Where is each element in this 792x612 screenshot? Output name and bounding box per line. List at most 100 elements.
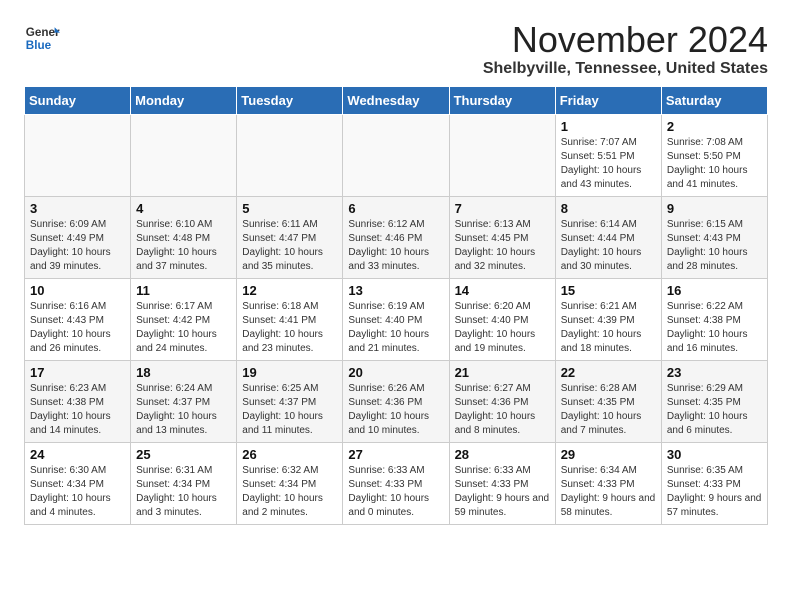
table-row: 1Sunrise: 7:07 AM Sunset: 5:51 PM Daylig… [555, 114, 661, 196]
day-info: Sunrise: 6:10 AM Sunset: 4:48 PM Dayligh… [136, 218, 231, 274]
day-number: 12 [242, 283, 337, 298]
day-info: Sunrise: 6:27 AM Sunset: 4:36 PM Dayligh… [455, 382, 550, 438]
day-info: Sunrise: 7:08 AM Sunset: 5:50 PM Dayligh… [667, 136, 762, 192]
day-info: Sunrise: 6:33 AM Sunset: 4:33 PM Dayligh… [455, 464, 550, 520]
day-number: 26 [242, 447, 337, 462]
day-number: 20 [348, 365, 443, 380]
day-info: Sunrise: 6:25 AM Sunset: 4:37 PM Dayligh… [242, 382, 337, 438]
day-number: 14 [455, 283, 550, 298]
table-row: 14 Sunrise: 6:20 AM Sunset: 4:40 PM Dayli… [449, 278, 555, 360]
table-row: 22Sunrise: 6:28 AM Sunset: 4:35 PM Dayli… [555, 360, 661, 442]
day-number: 21 [455, 365, 550, 380]
table-row: 8 Sunrise: 6:14 AM Sunset: 4:44 PM Daylig… [555, 196, 661, 278]
day-info: Sunrise: 6:17 AM Sunset: 4:42 PM Dayligh… [136, 300, 231, 356]
table-row [237, 114, 343, 196]
table-row: 9 Sunrise: 6:15 AM Sunset: 4:43 PM Daylig… [661, 196, 767, 278]
day-info: Sunrise: 6:24 AM Sunset: 4:37 PM Dayligh… [136, 382, 231, 438]
day-number: 4 [136, 201, 231, 216]
day-info: Sunrise: 6:26 AM Sunset: 4:36 PM Dayligh… [348, 382, 443, 438]
day-info: Sunrise: 6:14 AM Sunset: 4:44 PM Dayligh… [561, 218, 656, 274]
table-row [25, 114, 131, 196]
table-row: 19 Sunrise: 6:25 AM Sunset: 4:37 PM Dayli… [237, 360, 343, 442]
table-row: 25 Sunrise: 6:31 AM Sunset: 4:34 PM Dayli… [131, 442, 237, 524]
table-row: 23 Sunrise: 6:29 AM Sunset: 4:35 PM Dayli… [661, 360, 767, 442]
day-info: Sunrise: 6:15 AM Sunset: 4:43 PM Dayligh… [667, 218, 762, 274]
table-row: 12 Sunrise: 6:18 AM Sunset: 4:41 PM Dayli… [237, 278, 343, 360]
table-row: 15 Sunrise: 6:21 AM Sunset: 4:39 PM Dayli… [555, 278, 661, 360]
day-number: 25 [136, 447, 231, 462]
day-info: Sunrise: 6:22 AM Sunset: 4:38 PM Dayligh… [667, 300, 762, 356]
day-number: 16 [667, 283, 762, 298]
day-number: 1 [561, 119, 656, 134]
table-row: 26 Sunrise: 6:32 AM Sunset: 4:34 PM Dayli… [237, 442, 343, 524]
table-row: 10 Sunrise: 6:16 AM Sunset: 4:43 PM Dayli… [25, 278, 131, 360]
day-info: Sunrise: 6:34 AM Sunset: 4:33 PM Dayligh… [561, 464, 656, 520]
table-row [131, 114, 237, 196]
day-info: Sunrise: 6:09 AM Sunset: 4:49 PM Dayligh… [30, 218, 125, 274]
day-number: 8 [561, 201, 656, 216]
table-row: 17 Sunrise: 6:23 AM Sunset: 4:38 PM Dayli… [25, 360, 131, 442]
day-number: 15 [561, 283, 656, 298]
calendar-week-row: 3 Sunrise: 6:09 AM Sunset: 4:49 PM Daylig… [25, 196, 768, 278]
header-wednesday: Wednesday [343, 86, 449, 114]
header-thursday: Thursday [449, 86, 555, 114]
day-info: Sunrise: 6:18 AM Sunset: 4:41 PM Dayligh… [242, 300, 337, 356]
day-number: 28 [455, 447, 550, 462]
header-tuesday: Tuesday [237, 86, 343, 114]
table-row: 7 Sunrise: 6:13 AM Sunset: 4:45 PM Daylig… [449, 196, 555, 278]
header-friday: Friday [555, 86, 661, 114]
table-row: 18 Sunrise: 6:24 AM Sunset: 4:37 PM Dayli… [131, 360, 237, 442]
day-number: 27 [348, 447, 443, 462]
day-number: 3 [30, 201, 125, 216]
day-info: Sunrise: 6:32 AM Sunset: 4:34 PM Dayligh… [242, 464, 337, 520]
table-row: 13Sunrise: 6:19 AM Sunset: 4:40 PM Dayli… [343, 278, 449, 360]
logo: General Blue [24, 20, 60, 56]
table-row [449, 114, 555, 196]
day-info: Sunrise: 6:16 AM Sunset: 4:43 PM Dayligh… [30, 300, 125, 356]
day-number: 24 [30, 447, 125, 462]
day-number: 10 [30, 283, 125, 298]
day-number: 6 [348, 201, 443, 216]
table-row: 29 Sunrise: 6:34 AM Sunset: 4:33 PM Dayli… [555, 442, 661, 524]
header-saturday: Saturday [661, 86, 767, 114]
day-info: Sunrise: 6:29 AM Sunset: 4:35 PM Dayligh… [667, 382, 762, 438]
day-number: 19 [242, 365, 337, 380]
day-number: 5 [242, 201, 337, 216]
table-row: 20 Sunrise: 6:26 AM Sunset: 4:36 PM Dayli… [343, 360, 449, 442]
day-info: Sunrise: 6:13 AM Sunset: 4:45 PM Dayligh… [455, 218, 550, 274]
svg-text:Blue: Blue [26, 39, 52, 52]
table-row: 5Sunrise: 6:11 AM Sunset: 4:47 PM Daylig… [237, 196, 343, 278]
table-row: 6 Sunrise: 6:12 AM Sunset: 4:46 PM Daylig… [343, 196, 449, 278]
day-info: Sunrise: 6:21 AM Sunset: 4:39 PM Dayligh… [561, 300, 656, 356]
table-row [343, 114, 449, 196]
day-number: 18 [136, 365, 231, 380]
calendar-week-row: 10 Sunrise: 6:16 AM Sunset: 4:43 PM Dayli… [25, 278, 768, 360]
calendar-table: Sunday Monday Tuesday Wednesday Thursday… [24, 86, 768, 525]
day-info: Sunrise: 6:20 AM Sunset: 4:40 PM Dayligh… [455, 300, 550, 356]
day-number: 7 [455, 201, 550, 216]
page-header: General Blue November 2024 Shelbyville, … [24, 20, 768, 78]
day-info: Sunrise: 6:30 AM Sunset: 4:34 PM Dayligh… [30, 464, 125, 520]
day-number: 9 [667, 201, 762, 216]
day-number: 30 [667, 447, 762, 462]
table-row: 24 Sunrise: 6:30 AM Sunset: 4:34 PM Dayli… [25, 442, 131, 524]
header-sunday: Sunday [25, 86, 131, 114]
day-number: 29 [561, 447, 656, 462]
day-number: 13 [348, 283, 443, 298]
day-number: 23 [667, 365, 762, 380]
calendar-week-row: 24 Sunrise: 6:30 AM Sunset: 4:34 PM Dayli… [25, 442, 768, 524]
table-row: 11 Sunrise: 6:17 AM Sunset: 4:42 PM Dayli… [131, 278, 237, 360]
day-number: 17 [30, 365, 125, 380]
day-info: Sunrise: 6:28 AM Sunset: 4:35 PM Dayligh… [561, 382, 656, 438]
day-info: Sunrise: 6:23 AM Sunset: 4:38 PM Dayligh… [30, 382, 125, 438]
calendar-subtitle: Shelbyville, Tennessee, United States [483, 60, 768, 78]
header-monday: Monday [131, 86, 237, 114]
table-row: 27Sunrise: 6:33 AM Sunset: 4:33 PM Dayli… [343, 442, 449, 524]
day-info: Sunrise: 6:31 AM Sunset: 4:34 PM Dayligh… [136, 464, 231, 520]
day-number: 11 [136, 283, 231, 298]
calendar-title: November 2024 [483, 20, 768, 60]
day-info: Sunrise: 6:12 AM Sunset: 4:46 PM Dayligh… [348, 218, 443, 274]
logo-icon: General Blue [24, 20, 60, 56]
table-row: 2Sunrise: 7:08 AM Sunset: 5:50 PM Daylig… [661, 114, 767, 196]
table-row: 28 Sunrise: 6:33 AM Sunset: 4:33 PM Dayli… [449, 442, 555, 524]
